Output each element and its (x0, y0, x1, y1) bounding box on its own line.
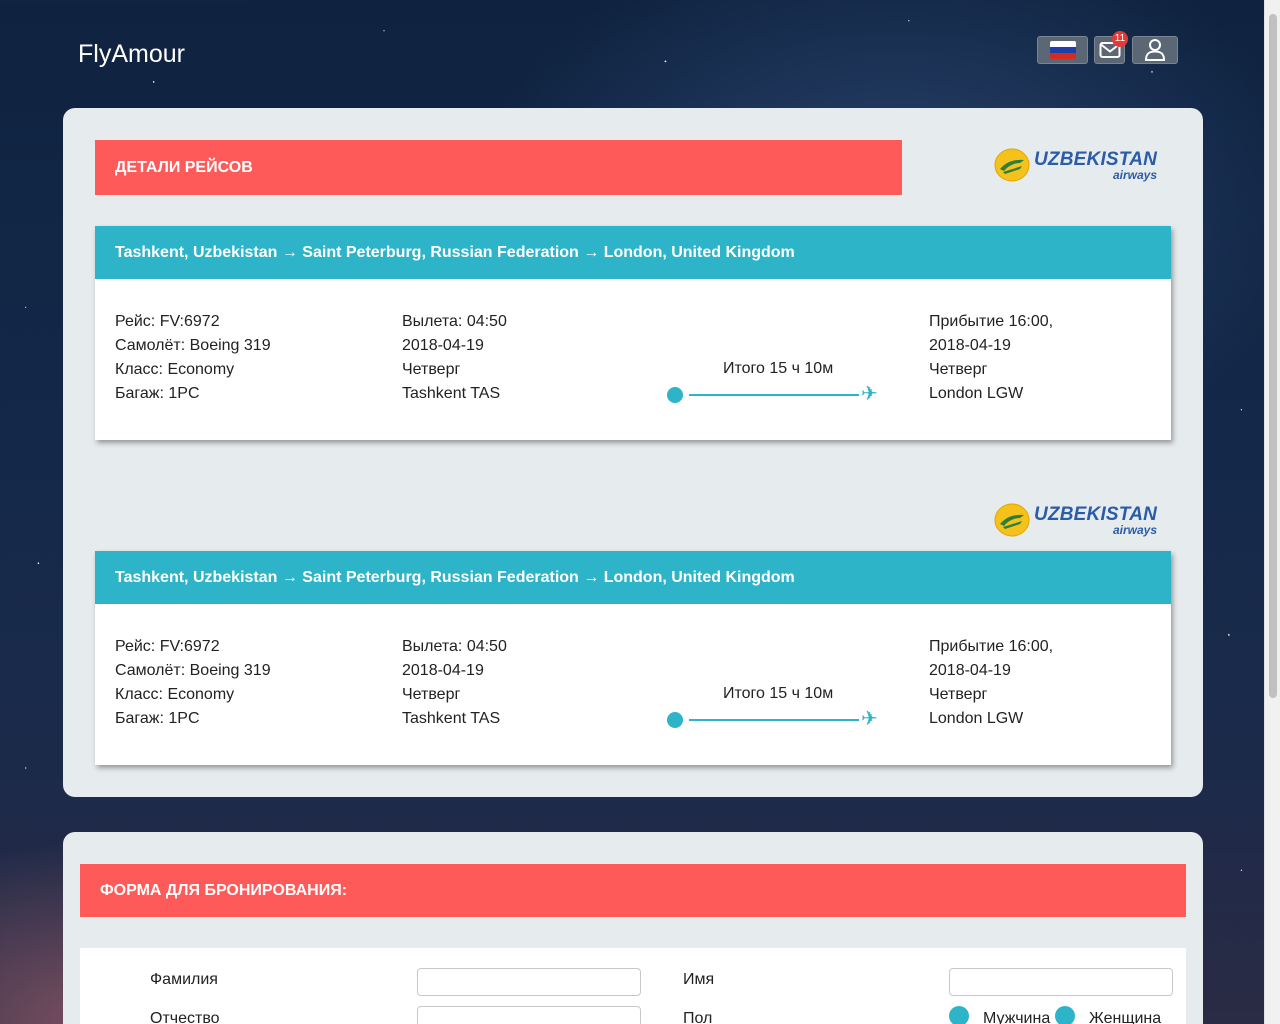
flight-duration: Итого 15 ч 10м (723, 685, 834, 702)
departure-weekday: Четверг (402, 686, 461, 703)
departure-airport: Tashkent TAS (402, 710, 501, 727)
timeline-line (689, 394, 859, 396)
baggage: Багаж: 1PC (115, 710, 200, 727)
departure-date: 2018-04-19 (402, 337, 484, 354)
aircraft: Самолёт: Boeing 319 (115, 662, 271, 679)
arrival-date: 2018-04-19 (929, 337, 1011, 354)
app-logo[interactable]: FlyAmour (78, 40, 185, 69)
flight-number: Рейс: FV:6972 (115, 313, 220, 330)
flight-details-title: ДЕТАЛИ РЕЙСОВ (95, 140, 902, 195)
booking-form-panel: ФОРМА ДЛЯ БРОНИРОВАНИЯ: Фамилия Имя Отче… (63, 832, 1203, 1024)
surname-input[interactable] (417, 968, 641, 996)
arrival-weekday: Четверг (929, 686, 988, 703)
page-scrollbar[interactable] (1264, 0, 1280, 1024)
arrival-date: 2018-04-19 (929, 662, 1011, 679)
arrival-info: Прибытие 16:00, 2018-04-19 Четверг Londo… (929, 310, 1053, 406)
flight-number: Рейс: FV:6972 (115, 638, 220, 655)
departure-time: Вылета: 04:50 (402, 638, 507, 655)
first-name-input[interactable] (949, 968, 1173, 996)
profile-button[interactable] (1132, 36, 1178, 64)
airline-name-secondary: airways (1113, 167, 1158, 182)
messages-button[interactable]: 11 (1094, 31, 1128, 64)
airplane-icon: ✈ (861, 708, 878, 730)
flight-timeline: ✈ (667, 709, 883, 729)
arrival-airport: London LGW (929, 385, 1024, 402)
flight-card: Tashkent, Uzbekistan → Saint Peterburg, … (95, 551, 1171, 765)
cabin-class: Класс: Economy (115, 686, 235, 703)
arrival-time: Прибытие 16:00, (929, 313, 1054, 330)
flight-duration: Итого 15 ч 10м (723, 360, 834, 377)
airplane-icon: ✈ (861, 383, 878, 405)
flight-details-panel: ДЕТАЛИ РЕЙСОВ UZBEKISTAN airways Tashken… (63, 108, 1203, 797)
departure-date: 2018-04-19 (402, 662, 484, 679)
airline-name-secondary: airways (1113, 522, 1158, 537)
gender-male-radio[interactable] (949, 1006, 969, 1024)
flight-info: Рейс: FV:6972 Самолёт: Boeing 319 Класс:… (115, 310, 271, 406)
departure-info: Вылета: 04:50 2018-04-19 Четверг Tashken… (402, 310, 507, 406)
user-icon (1145, 39, 1165, 61)
scrollbar-thumb[interactable] (1269, 14, 1277, 698)
patronymic-input[interactable] (417, 1006, 641, 1024)
flight-route: Tashkent, Uzbekistan → Saint Peterburg, … (95, 551, 1171, 604)
departure-info: Вылета: 04:50 2018-04-19 Четверг Tashken… (402, 635, 507, 731)
booking-form-title: ФОРМА ДЛЯ БРОНИРОВАНИЯ: (80, 864, 1186, 917)
patronymic-label: Отчество (150, 1010, 220, 1024)
baggage: Багаж: 1PC (115, 385, 200, 402)
departure-airport: Tashkent TAS (402, 385, 501, 402)
flight-info: Рейс: FV:6972 Самолёт: Boeing 319 Класс:… (115, 635, 271, 731)
arrival-weekday: Четверг (929, 361, 988, 378)
flight-timeline: ✈ (667, 384, 883, 404)
origin-dot-icon (667, 712, 683, 728)
airline-name-primary: UZBEKISTAN (1034, 148, 1158, 170)
surname-label: Фамилия (150, 971, 218, 988)
aircraft: Самолёт: Boeing 319 (115, 337, 271, 354)
timeline-line (689, 719, 859, 721)
uzbekistan-airways-logo-icon (994, 503, 1030, 537)
arrival-time: Прибытие 16:00, (929, 638, 1054, 655)
departure-time: Вылета: 04:50 (402, 313, 507, 330)
gender-male-label: Мужчина (983, 1010, 1051, 1024)
arrival-info: Прибытие 16:00, 2018-04-19 Четверг Londo… (929, 635, 1053, 731)
arrival-airport: London LGW (929, 710, 1024, 727)
cabin-class: Класс: Economy (115, 361, 235, 378)
airline-logo: UZBEKISTAN airways (994, 503, 1157, 537)
top-bar: FlyAmour 11 (0, 0, 1264, 108)
uzbekistan-airways-logo-icon (994, 148, 1030, 182)
departure-weekday: Четверг (402, 361, 461, 378)
flight-card: Tashkent, Uzbekistan → Saint Peterburg, … (95, 226, 1171, 440)
russia-flag-icon (1049, 41, 1076, 59)
airline-logo: UZBEKISTAN airways (994, 148, 1157, 182)
gender-label: Пол (683, 1010, 713, 1024)
language-button[interactable] (1037, 36, 1088, 64)
booking-form: Фамилия Имя Отчество Пол Мужчина Женщина (80, 948, 1186, 1024)
unread-count-badge: 11 (1112, 31, 1128, 47)
flight-route: Tashkent, Uzbekistan → Saint Peterburg, … (95, 226, 1171, 279)
airline-name-primary: UZBEKISTAN (1034, 503, 1158, 525)
gender-female-label: Женщина (1089, 1010, 1162, 1024)
gender-female-radio[interactable] (1055, 1006, 1075, 1024)
first-name-label: Имя (683, 971, 715, 988)
origin-dot-icon (667, 387, 683, 403)
